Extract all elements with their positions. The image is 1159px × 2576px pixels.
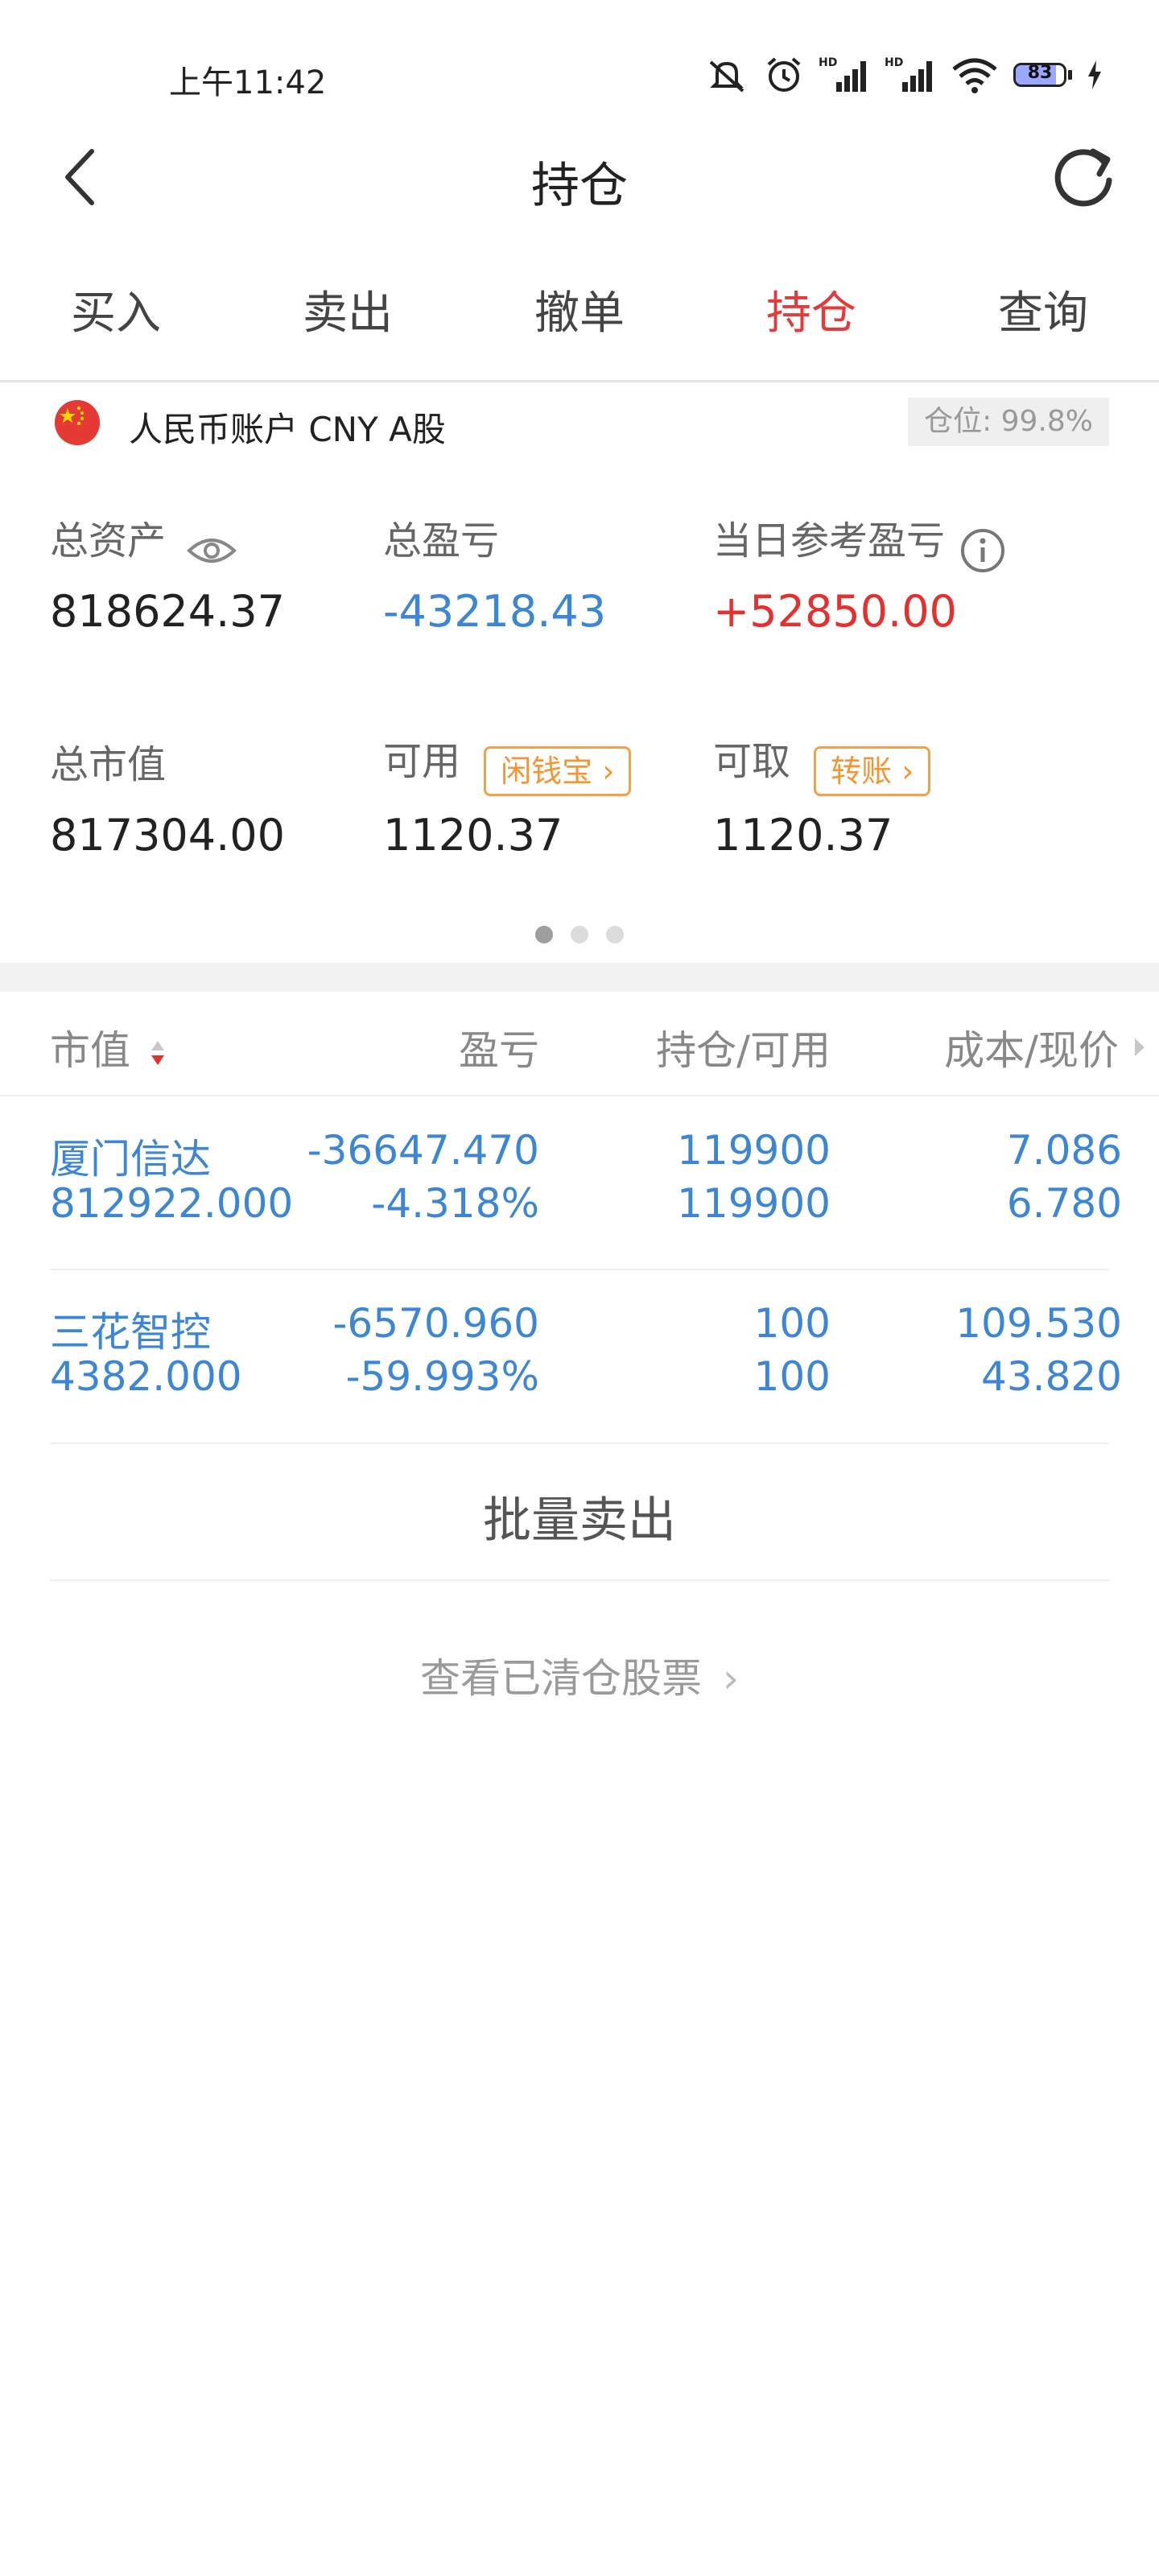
- total-assets-block: 总资产: [50, 509, 237, 567]
- stock-pnl-pct: -59.993%: [345, 1353, 539, 1400]
- stock-pnl: -36647.470: [307, 1127, 539, 1174]
- idle-money-button[interactable]: 闲钱宝 ›: [484, 745, 632, 796]
- mute-icon: [709, 60, 744, 93]
- chevron-right-icon: ›: [722, 1655, 739, 1702]
- header-pnl[interactable]: 盈亏: [386, 1018, 539, 1076]
- header-position[interactable]: 持仓/可用: [612, 1018, 831, 1076]
- stock-name: 三花智控: [50, 1309, 211, 1356]
- scroll-right-icon[interactable]: [1133, 1035, 1146, 1059]
- battery-level: 83: [1027, 63, 1053, 83]
- row-divider: [50, 1269, 1109, 1270]
- battery-icon: 83: [1013, 63, 1072, 87]
- total-assets-value: 818624.37: [50, 586, 286, 637]
- sort-icon[interactable]: [148, 1038, 167, 1070]
- stock-pnl-pct: -4.318%: [371, 1180, 539, 1227]
- svg-text:HD: HD: [819, 56, 837, 69]
- daily-pnl-label: 当日参考盈亏: [713, 518, 946, 564]
- charging-icon: [1088, 60, 1101, 89]
- withdrawable-value: 1120.37: [713, 810, 893, 861]
- tab-bar: 买入 卖出 撤单 持仓 查询: [0, 282, 1159, 362]
- stock-cost: 7.086: [1006, 1127, 1122, 1174]
- signal-hd-icon: HD: [819, 56, 866, 92]
- header-market-value-label: 市值: [50, 1027, 130, 1074]
- stock-position: 100: [753, 1300, 831, 1347]
- header-divider: [0, 1095, 1159, 1096]
- header-cost-price[interactable]: 成本/现价: [885, 1018, 1119, 1076]
- account-label[interactable]: 人民币账户 CNY A股: [129, 402, 446, 452]
- tabs-divider: [0, 380, 1159, 382]
- china-flag-icon: [55, 400, 100, 445]
- withdrawable-block: 可取 转账 ›: [713, 729, 931, 796]
- table-row[interactable]: 厦门信达 812922.000 -36647.470 -4.318% 11990…: [0, 1127, 1159, 1232]
- svg-text:HD: HD: [885, 56, 903, 69]
- market-value-value: 817304.00: [50, 810, 286, 861]
- stock-position: 119900: [677, 1127, 831, 1174]
- available-value: 1120.37: [383, 810, 563, 861]
- withdrawable-label: 可取: [713, 739, 791, 784]
- tab-buy[interactable]: 买入: [0, 282, 232, 362]
- view-cleared-link[interactable]: 查看已清仓股票 ›: [0, 1646, 1159, 1704]
- tab-sell[interactable]: 卖出: [232, 282, 464, 362]
- eye-icon[interactable]: [186, 535, 237, 567]
- stock-available: 100: [753, 1353, 831, 1400]
- alarm-icon: [767, 57, 801, 92]
- wifi-icon: [952, 58, 997, 93]
- view-cleared-label: 查看已清仓股票: [420, 1655, 703, 1702]
- daily-pnl-value: +52850.00: [713, 586, 957, 637]
- stock-market-value: 4382.000: [50, 1353, 242, 1400]
- transfer-label: 转账: [831, 753, 893, 789]
- page-dot[interactable]: [535, 926, 553, 943]
- stock-price: 6.780: [1006, 1180, 1122, 1227]
- status-icons: HD HD 83: [704, 55, 1103, 95]
- daily-pnl-block: 当日参考盈亏: [713, 509, 1007, 575]
- signal-hd-icon-2: HD: [885, 56, 932, 92]
- chevron-right-icon: ›: [901, 753, 914, 789]
- page-indicator: [0, 926, 1159, 943]
- transfer-button[interactable]: 转账 ›: [814, 745, 931, 796]
- stock-name: 厦门信达: [50, 1136, 211, 1183]
- total-assets-label: 总资产: [50, 518, 167, 564]
- position-badge: 仓位: 99.8%: [908, 398, 1109, 446]
- stock-market-value: 812922.000: [50, 1180, 294, 1227]
- info-icon[interactable]: [959, 526, 1007, 575]
- stock-price: 43.820: [981, 1353, 1122, 1400]
- total-pnl-value: -43218.43: [383, 586, 607, 637]
- chevron-right-icon: ›: [602, 753, 615, 789]
- page-title: 持仓: [531, 158, 628, 214]
- market-value-label: 总市值: [50, 742, 167, 787]
- idle-money-label: 闲钱宝: [501, 753, 593, 789]
- stock-available: 119900: [677, 1180, 831, 1227]
- available-label: 可用: [383, 739, 461, 784]
- section-gap: [0, 963, 1159, 992]
- stock-pnl: -6570.960: [332, 1300, 539, 1347]
- stock-cost: 109.530: [955, 1300, 1122, 1347]
- page-dot[interactable]: [571, 926, 588, 943]
- page-dot[interactable]: [606, 926, 624, 943]
- available-block: 可用 闲钱宝 ›: [383, 729, 632, 796]
- row-divider: [50, 1443, 1109, 1444]
- batch-sell-button[interactable]: 批量卖出: [0, 1481, 1159, 1551]
- refresh-icon[interactable]: [1046, 138, 1119, 211]
- tab-query[interactable]: 查询: [927, 282, 1159, 362]
- tab-holdings[interactable]: 持仓: [695, 282, 927, 362]
- total-pnl-label: 总盈亏: [383, 518, 500, 564]
- actions-divider: [50, 1579, 1109, 1581]
- table-row[interactable]: 三花智控 4382.000 -6570.960 -59.993% 100 100…: [0, 1300, 1159, 1405]
- status-time: 上午11:42: [169, 64, 327, 101]
- tab-cancel[interactable]: 撤单: [464, 282, 695, 362]
- header-market-value[interactable]: 市值: [50, 1018, 167, 1076]
